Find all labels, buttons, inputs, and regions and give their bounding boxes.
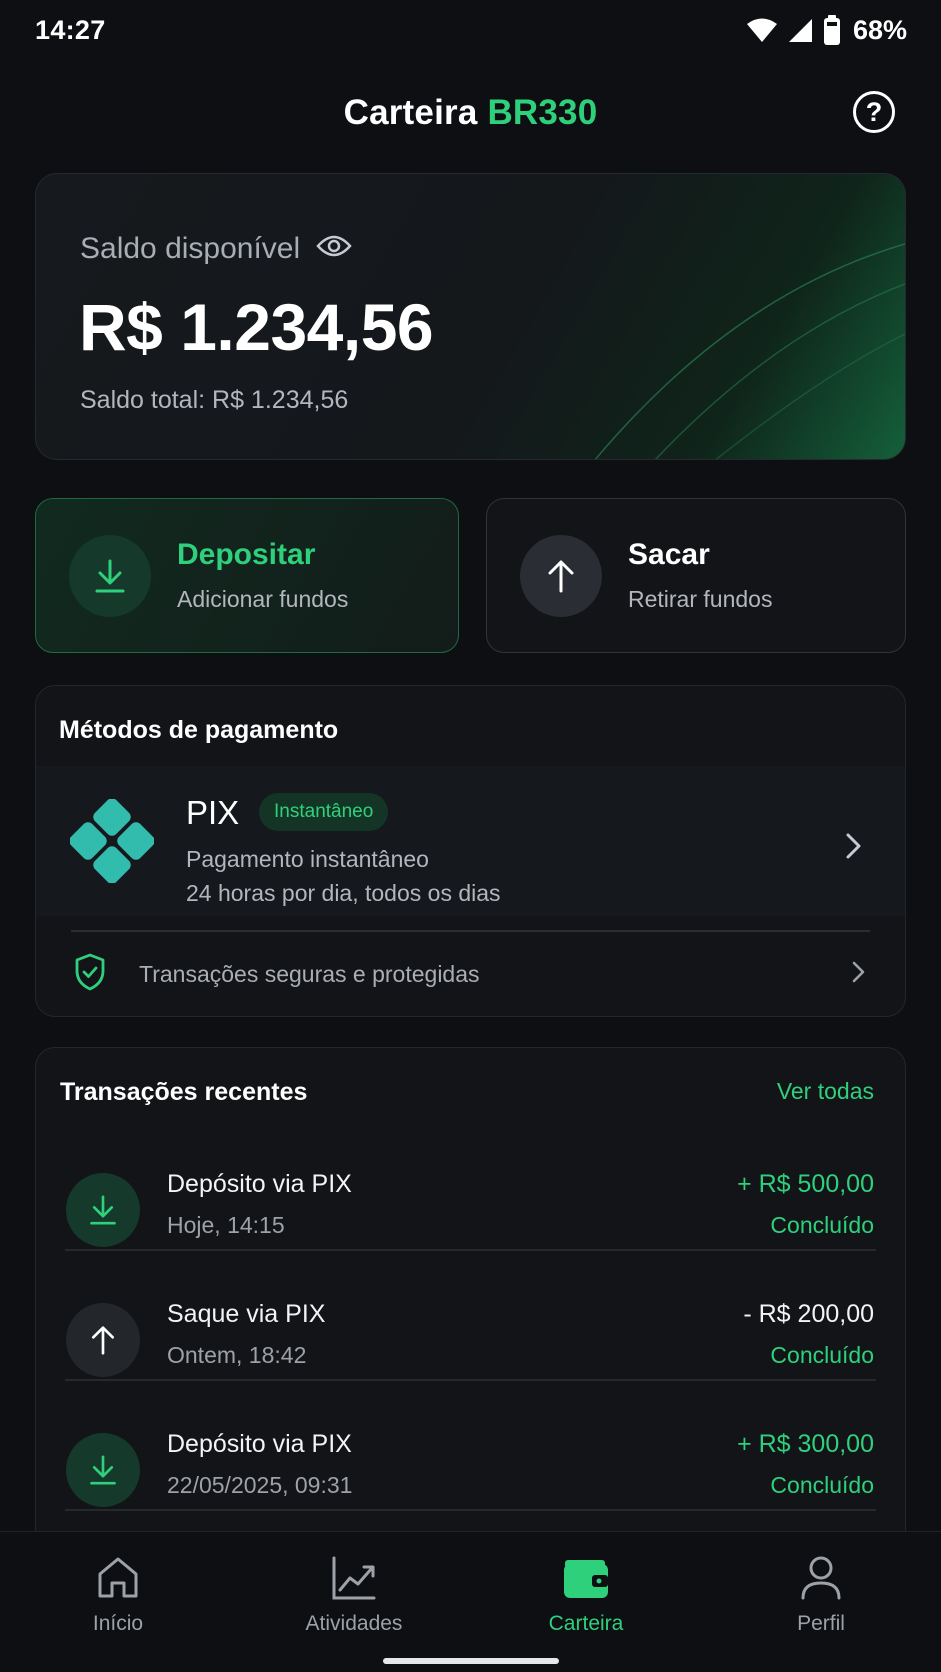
bottom-nav: Início Atividades Carteira Perfil [0,1531,941,1672]
nav-item-perfil[interactable]: Perfil [741,1552,901,1652]
see-all-link[interactable]: Ver todas [777,1078,874,1105]
chart-icon [332,1556,376,1600]
transaction-amount: + R$ 300,00 [737,1430,874,1458]
transaction-status: Concluído [770,1472,874,1498]
withdraw-title: Sacar [628,538,710,571]
nav-item-inicio[interactable]: Início [38,1552,198,1652]
withdraw-button[interactable]: Sacar Retirar fundos [486,498,906,653]
page-title-accent: BR330 [487,93,598,132]
instant-badge: Instantâneo [259,793,389,831]
upload-arrow-icon [66,1303,140,1377]
nav-label: Início [92,1612,144,1635]
transaction-date: Hoje, 14:15 [167,1212,285,1238]
transaction-row[interactable]: Depósito via PIX 22/05/2025, 09:31 + R$ … [36,1407,905,1537]
home-indicator[interactable] [383,1658,559,1664]
balance-card: Saldo disponível R$ 1.234,56 Saldo total… [35,173,906,460]
balance-label: Saldo disponível [80,232,301,265]
download-arrow-icon [69,534,151,617]
wifi-icon [746,17,777,43]
download-arrow-icon [66,1173,140,1247]
deposit-text: Depositar Adicionar fundos [177,538,348,613]
payment-methods-title: Métodos de pagamento [59,716,339,744]
security-info-row[interactable]: Transações seguras e protegidas [36,931,905,1018]
battery-icon [823,15,841,45]
deposit-button[interactable]: Depositar Adicionar fundos [35,498,459,653]
transaction-date: Ontem, 18:42 [167,1342,307,1368]
home-icon [98,1557,138,1598]
transaction-amount: - R$ 200,00 [743,1300,874,1328]
transaction-amount: + R$ 500,00 [737,1170,874,1198]
balance-total: Saldo total: R$ 1.234,56 [80,386,349,414]
transactions-title: Transações recentes [60,1078,308,1106]
wallet-icon [564,1560,608,1598]
help-circle-icon: ? [865,96,883,127]
divider [65,1249,876,1251]
nav-label: Carteira [548,1612,624,1635]
balance-value: R$ 1.234,56 [79,290,434,364]
pix-logo-icon [69,798,155,888]
status-time: 14:27 [35,14,106,45]
transaction-date: 22/05/2025, 09:31 [167,1472,353,1498]
shield-check-icon [74,953,106,996]
divider [65,1509,876,1511]
security-text: Transações seguras e protegidas [139,961,480,987]
transaction-status: Concluído [770,1342,874,1368]
transaction-row[interactable]: Saque via PIX Ontem, 18:42 - R$ 200,00 C… [36,1277,905,1407]
chevron-right-icon [851,961,865,988]
divider [65,1379,876,1381]
balance-label-row: Saldo disponível [80,232,352,266]
eye-icon[interactable] [316,232,352,266]
deposit-title: Depositar [177,538,316,571]
transaction-name: Saque via PIX [167,1300,326,1328]
nav-label: Atividades [305,1612,403,1635]
transaction-row[interactable]: Depósito via PIX Hoje, 14:15 + R$ 500,00… [36,1147,905,1277]
nav-item-atividades[interactable]: Atividades [274,1552,434,1652]
signal-icon [787,17,813,43]
pix-availability: 24 horas por dia, todos os dias [186,880,501,906]
transaction-status: Concluído [770,1212,874,1238]
payment-methods-card: Métodos de pagamento PIX Instantâneo Pag… [35,685,906,1017]
help-button[interactable]: ? [853,91,895,133]
withdraw-subtitle: Retirar fundos [628,586,773,612]
user-icon [801,1556,841,1600]
deposit-subtitle: Adicionar fundos [177,586,349,612]
download-arrow-icon [66,1433,140,1507]
header: Carteira BR330 ? [0,80,941,146]
nav-label: Perfil [797,1612,845,1635]
pix-description: Pagamento instantâneo [186,846,429,872]
nav-item-carteira[interactable]: Carteira [506,1552,666,1652]
chevron-right-icon [844,832,862,865]
status-icons: 68% [746,14,907,46]
status-bar: 14:27 68% [0,0,941,60]
withdraw-text: Sacar Retirar fundos [628,538,772,613]
upload-arrow-icon [520,534,602,617]
page-title: Carteira BR330 [344,93,598,133]
transaction-name: Depósito via PIX [167,1430,352,1458]
page-title-prefix: Carteira [343,93,478,132]
pix-name: PIX [186,794,240,831]
transaction-name: Depósito via PIX [167,1170,352,1198]
battery-percent: 68% [852,14,907,45]
